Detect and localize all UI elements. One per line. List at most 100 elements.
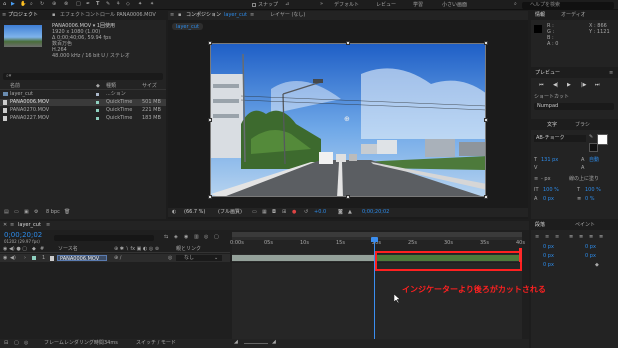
workspace-review[interactable]: レビュー <box>376 2 396 8</box>
first-frame-icon[interactable]: ⏮ <box>539 83 544 88</box>
project-search-input[interactable]: ⌕▾ <box>3 73 163 80</box>
tsume-value[interactable]: 0 % <box>585 197 595 202</box>
transform-handle-bl[interactable] <box>208 195 212 199</box>
snap-options-icon[interactable]: ⊿ <box>285 2 289 7</box>
project-tab-close-icon[interactable]: ≡ <box>2 13 6 18</box>
justify-left-icon[interactable]: ≣ <box>569 235 573 240</box>
anchor-point-icon[interactable]: ⊕ <box>344 116 350 123</box>
comp-lock-icon[interactable]: ▪ <box>178 13 181 18</box>
column-name[interactable]: 名前 <box>10 84 20 89</box>
brush-tool-icon[interactable]: ✎ <box>106 2 110 7</box>
font-select[interactable]: AB-チョーク <box>534 135 586 142</box>
timeline-options-icon[interactable]: ≡ <box>46 223 50 228</box>
switch-pane-icon[interactable]: ▢ <box>14 341 19 346</box>
current-time-display[interactable]: 0;00;20;02 <box>362 210 389 215</box>
layer-label-swatch[interactable] <box>32 256 36 260</box>
comp-breadcrumb[interactable]: layer_cut <box>172 23 203 30</box>
align-center-icon[interactable]: ≡ <box>545 235 549 240</box>
first-line-indent-value[interactable]: 0 px <box>543 263 554 268</box>
info-tab[interactable]: 情報 <box>535 13 545 18</box>
always-preview-icon[interactable]: ◐ <box>172 210 176 215</box>
layer-duration-bar[interactable] <box>232 255 374 261</box>
paragraph-tab[interactable]: 段落 <box>535 223 545 228</box>
new-folder-icon[interactable]: ▭ <box>14 210 19 215</box>
align-left-icon[interactable]: ≡ <box>535 235 539 240</box>
stroke-width-value[interactable]: - px <box>541 177 551 182</box>
selection-tool-icon[interactable]: ▶ <box>11 2 15 7</box>
reset-exposure-icon[interactable]: ↺ <box>304 210 308 215</box>
channel-icon[interactable]: ● <box>292 210 296 215</box>
comp-tab-menu-icon[interactable]: ≡ <box>170 13 174 18</box>
exposure-value[interactable]: +0.0 <box>314 210 326 215</box>
new-composition-icon[interactable]: ▣ <box>24 210 29 215</box>
type-tool-icon[interactable]: T <box>96 2 99 7</box>
hand-tool-icon[interactable]: ✋ <box>20 2 26 7</box>
brush-tab[interactable]: ブラシ <box>575 123 590 128</box>
interpret-footage-icon[interactable]: ▤ <box>4 210 9 215</box>
expand-pane-icon[interactable]: ⊟ <box>4 341 8 346</box>
snap-checkbox[interactable] <box>252 3 256 7</box>
timeline-close-icon[interactable]: ✕ <box>3 223 7 228</box>
baseline-value[interactable]: 0 px <box>543 197 554 202</box>
source-name-column[interactable]: ソース名 <box>58 247 78 252</box>
justify-right-icon[interactable]: ≣ <box>589 235 593 240</box>
space-after-value[interactable]: 0 px <box>585 254 596 259</box>
playhead-line[interactable] <box>374 242 375 339</box>
transform-handle-bc[interactable] <box>346 195 350 199</box>
project-tab[interactable]: プロジェクト <box>8 13 38 18</box>
transparency-grid-icon[interactable]: ▦ <box>262 210 267 215</box>
zoom-select[interactable]: (66.7 %) <box>184 210 205 215</box>
timeline-menu-icon[interactable]: ≡ <box>10 223 14 228</box>
snapshot-icon[interactable]: ◙ <box>338 210 343 215</box>
eyedropper-icon[interactable]: ✎ <box>589 135 593 140</box>
workspace-small-screen[interactable]: 小さい画面 <box>442 2 467 8</box>
end-marker[interactable] <box>519 248 522 262</box>
preview-tab[interactable]: プレビュー <box>535 71 560 76</box>
label-column-icon[interactable]: ◆ <box>96 84 100 89</box>
help-search-input[interactable]: ヘルプを検索 <box>522 1 614 9</box>
timeline-zoom-slider[interactable] <box>244 343 268 344</box>
roto-tool-icon[interactable]: ✦ <box>138 2 142 7</box>
play-icon[interactable]: ▶ <box>567 83 571 88</box>
eraser-tool-icon[interactable]: ◇ <box>126 2 130 7</box>
rectangle-tool-icon[interactable]: □ <box>76 2 81 7</box>
comp-tab[interactable]: コンポジション <box>186 13 221 18</box>
zoom-tool-icon[interactable]: ⌕ <box>30 2 33 7</box>
indent-right-value[interactable]: 0 px <box>585 245 596 250</box>
list-item[interactable]: PANA0006.MOV QuickTime 501 MB <box>0 99 166 106</box>
stroke-color-swatch[interactable] <box>589 143 598 152</box>
layer-expand-icon[interactable]: › <box>24 255 26 261</box>
column-type[interactable]: 種類 <box>106 84 116 89</box>
transform-handle-ml[interactable] <box>208 118 212 122</box>
transform-handle-tc[interactable] <box>346 41 350 45</box>
show-snapshot-icon[interactable]: ▲ <box>348 210 352 215</box>
pen-tool-icon[interactable]: ✒ <box>86 2 90 7</box>
prev-frame-icon[interactable]: ◀| <box>553 83 559 88</box>
delete-icon[interactable]: 🗑 <box>64 210 70 215</box>
mask-visibility-icon[interactable]: ◘ <box>272 210 276 215</box>
clone-tool-icon[interactable]: ⚘ <box>116 2 120 7</box>
transform-handle-mr[interactable] <box>484 118 488 122</box>
comp-mini-flowchart-icon[interactable]: ⇆ <box>164 235 168 240</box>
draft-3d-icon[interactable]: ◈ <box>174 235 178 240</box>
list-item[interactable]: PANA0270.MOV QuickTime 221 MB <box>0 107 166 114</box>
frame-blending-icon[interactable]: ▥ <box>194 235 199 240</box>
zoom-out-icon[interactable]: ◢ <box>234 340 238 345</box>
workspace-default[interactable]: デフォルト <box>334 2 359 8</box>
shy-icon[interactable]: ◉ <box>184 235 188 240</box>
layer-tab[interactable]: レイヤー (なし) <box>270 13 305 18</box>
pickwhip-icon[interactable]: ◎ <box>168 255 172 261</box>
region-of-interest-icon[interactable]: ▭ <box>252 210 257 215</box>
motion-blur-icon[interactable]: ◎ <box>204 235 208 240</box>
pan-behind-tool-icon[interactable]: ⊗ <box>64 2 68 7</box>
shortcut-select[interactable]: Numpad <box>534 103 614 110</box>
camera-tool-icon[interactable]: ⊕ <box>52 2 56 7</box>
layer-name-field[interactable]: PANA0006.MOV <box>57 255 107 261</box>
last-frame-icon[interactable]: ⏭ <box>595 83 600 88</box>
resolution-select[interactable]: (フル画質) <box>218 210 242 215</box>
comp-tab-name[interactable]: layer_cut <box>224 13 247 18</box>
list-item[interactable]: layer_cut ...ション <box>0 91 166 98</box>
layer-visibility-icon[interactable]: ◉ <box>3 255 7 261</box>
transform-handle-tr[interactable] <box>484 41 488 45</box>
layer-switches[interactable]: ⊕ ∕ <box>114 255 121 261</box>
